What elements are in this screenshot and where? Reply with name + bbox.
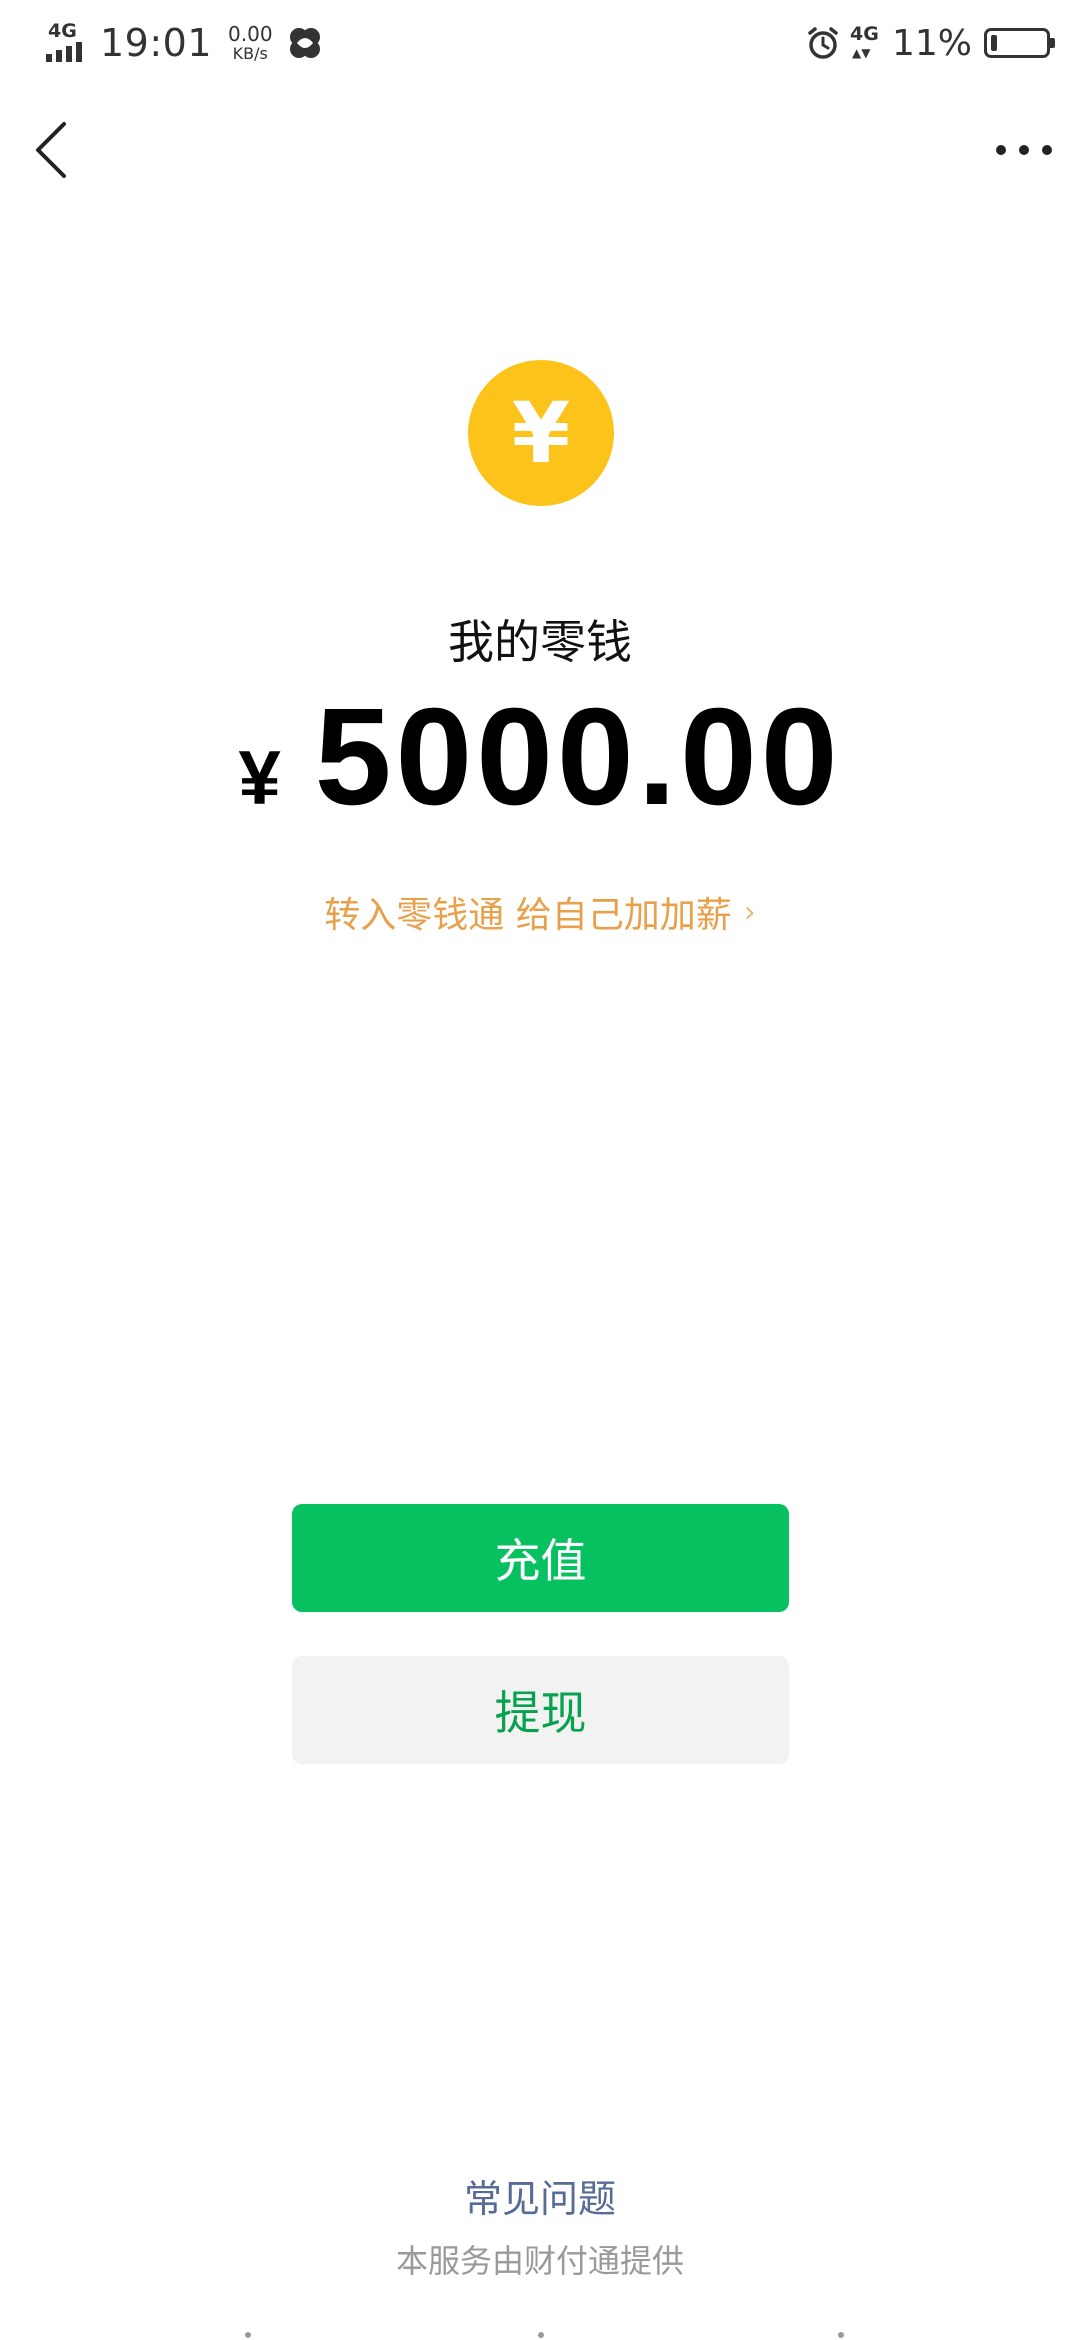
network-speed-value: 0.00 xyxy=(228,22,273,46)
balance-amount: 5000.00 xyxy=(314,680,842,834)
network-speed: 0.00 KB/s xyxy=(228,24,273,62)
chevron-left-icon xyxy=(36,122,66,178)
promo-link[interactable]: 转入零钱通 给自己加加薪 › xyxy=(0,886,1080,938)
more-dots-icon xyxy=(996,145,1006,155)
status-bar-left: 4G 19:01 0.00 KB/s xyxy=(44,18,323,68)
page-title: 我的零钱 xyxy=(448,615,632,669)
cellular-signal-icon: 4G xyxy=(44,20,90,66)
withdraw-button[interactable]: 提现 xyxy=(292,1656,789,1764)
chevron-right-icon: › xyxy=(743,894,756,930)
status-bar: 4G 19:01 0.00 KB/s 4G ▲▼ 11% xyxy=(0,0,1080,88)
currency-symbol: ¥ xyxy=(238,736,281,821)
service-provider-text: 本服务由财付通提供 xyxy=(395,2242,684,2280)
clock-time: 19:01 xyxy=(100,21,213,65)
network-type-right: 4G xyxy=(849,23,879,45)
alarm-clock-icon xyxy=(808,27,838,59)
status-bar-right: 4G ▲▼ 11% xyxy=(804,18,1055,68)
faq-link[interactable]: 常见问题 xyxy=(0,2168,1080,2223)
coin-symbol: ¥ xyxy=(511,384,571,482)
more-options-button[interactable] xyxy=(996,132,1052,168)
back-button[interactable] xyxy=(30,118,76,182)
recharge-button[interactable]: 充值 xyxy=(292,1504,789,1612)
battery-icon xyxy=(984,28,1055,58)
battery-fill xyxy=(991,35,997,51)
network-speed-unit: KB/s xyxy=(232,44,268,63)
battery-percent: 11% xyxy=(891,22,972,64)
balance-display: ¥ 5000.00 xyxy=(0,688,1080,826)
network-type-left: 4G xyxy=(48,20,77,42)
bottom-indicator xyxy=(0,2330,1080,2340)
app-notification-icon xyxy=(289,28,320,58)
wallet-coin-icon: ¥ xyxy=(468,360,614,506)
promo-text: 转入零钱通 给自己加加薪 xyxy=(324,895,732,936)
mobile-data-icon: 4G ▲▼ xyxy=(849,23,879,60)
